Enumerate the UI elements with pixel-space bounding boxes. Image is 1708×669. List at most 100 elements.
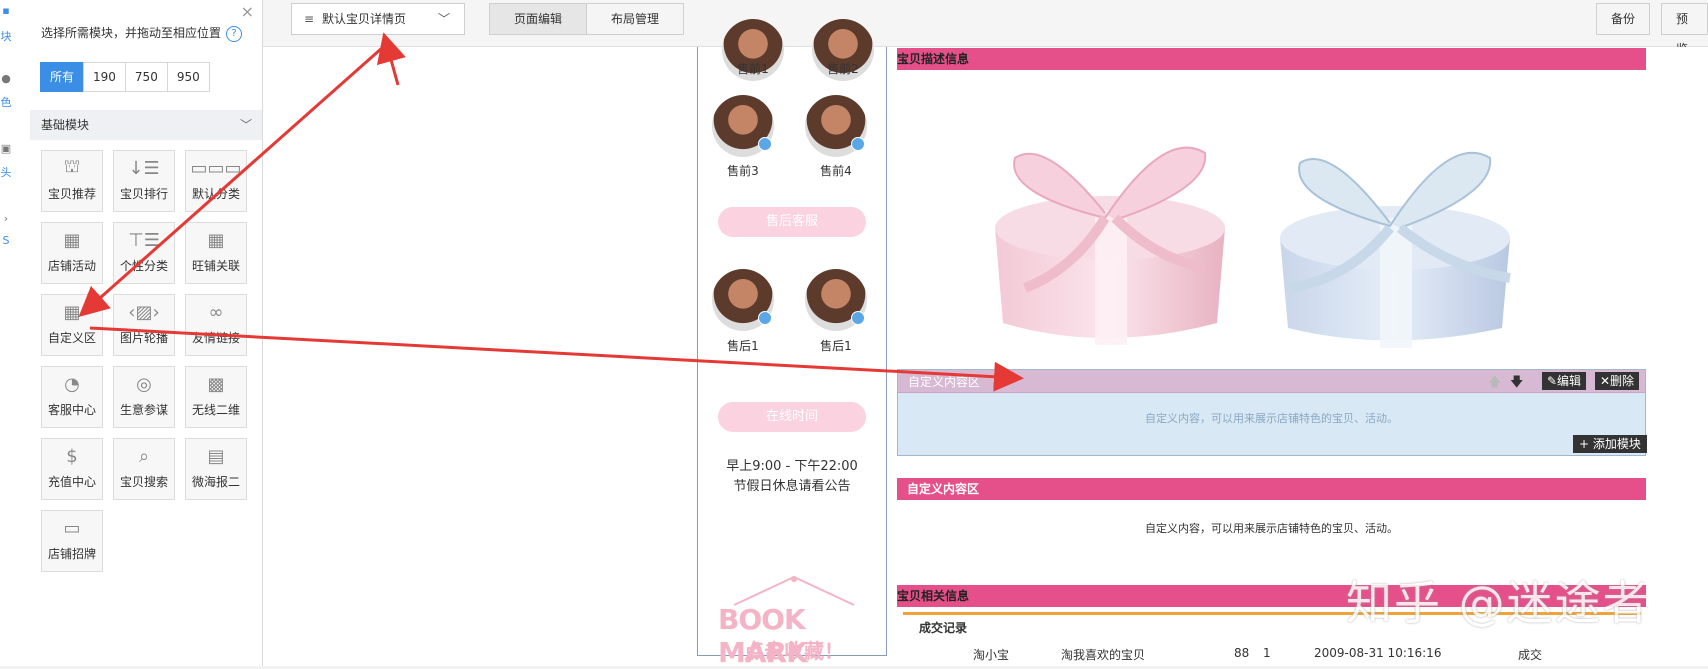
chevron-down-icon[interactable]: ﹀ [240, 110, 252, 140]
module-tile[interactable]: ◔ 客服中心 [41, 366, 103, 428]
module-label: 宝贝搜索 [119, 475, 168, 489]
module-tile[interactable]: ‹▨› 图片轮播 [113, 294, 175, 356]
module-tile[interactable]: ▦ 旺铺关联 [185, 222, 247, 284]
deal-status: 成交 [1518, 648, 1543, 662]
section-title: 基础模块 [41, 118, 90, 132]
module-tile[interactable]: ▩ 无线二维 [185, 366, 247, 428]
custom-module-header: 自定义内容区 🡅 🡇 ✎编辑 ✕删除 [898, 370, 1645, 393]
palette-icon[interactable]: ● [0, 72, 12, 85]
avatar[interactable] [712, 269, 774, 331]
delete-module-button[interactable]: ✕删除 [1595, 372, 1640, 390]
ranking-icon: ↓☰ [128, 157, 160, 179]
module-label: 自定义区 [47, 331, 96, 345]
module-tile[interactable]: ∞ 友情链接 [185, 294, 247, 356]
module-label: 图片轮播 [119, 331, 168, 345]
signboard-icon: ▭ [63, 517, 81, 539]
deal-time: 2009-08-31 10:16:16 [1314, 646, 1442, 660]
edit-module-button[interactable]: ✎编辑 [1542, 372, 1587, 390]
module-tile[interactable]: ▭▭▭ 默认分类 [185, 150, 247, 212]
help-icon[interactable]: ? [226, 26, 242, 42]
close-icon[interactable]: × [241, 2, 254, 21]
module-tile[interactable]: ▭ 店铺招牌 [41, 510, 103, 572]
chat-icon [758, 137, 772, 151]
size-tab-190[interactable]: 190 [83, 62, 126, 92]
strip-item-modules[interactable]: 块 [0, 28, 12, 44]
presale-label-3: 售前3 [727, 164, 759, 178]
module-label: 店铺活动 [47, 259, 96, 273]
grid-icon: ▦ [63, 229, 81, 251]
backup-button[interactable]: 备份 [1596, 3, 1651, 35]
top-toolbar: ≡ 默认宝贝详情页 ﹀ 页面编辑 布局管理 备份 预览 [263, 0, 1708, 56]
service-icon: ◔ [64, 373, 80, 395]
size-tab-all[interactable]: 所有 [40, 62, 85, 92]
page-select-dropdown[interactable]: ≡ 默认宝贝详情页 ﹀ [291, 3, 465, 35]
grid-icon: ▦ [63, 301, 81, 323]
chevron-down-icon: ﹀ [437, 12, 450, 26]
header-icon[interactable]: ▣ [0, 142, 12, 155]
qr-icon: ▩ [207, 373, 225, 395]
module-label: 无线二维 [191, 403, 240, 417]
module-tile[interactable]: ▦ 店铺活动 [41, 222, 103, 284]
chat-icon [758, 311, 772, 325]
strip-item-colors[interactable]: 色 [0, 94, 12, 110]
online-time-button[interactable]: 在线时间 [718, 402, 866, 432]
module-grid: ⛫ 宝贝推荐 ↓☰ 宝贝排行 ▭▭▭ 默认分类 ▦ 店铺活动 ⊤☰ 个性分类 ▦ 旺铺关联 ▦ 自定义区 ‹… [41, 150, 251, 572]
avatar[interactable] [805, 95, 867, 157]
presale-label-1: 售前1 [737, 62, 769, 76]
preview-button[interactable]: 预览 [1661, 3, 1708, 56]
deal-buyer: 淘小宝 [973, 648, 1010, 662]
avatar[interactable] [712, 95, 774, 157]
module-label: 充值中心 [47, 475, 96, 489]
desc-section-header: 宝贝描述信息 [897, 48, 1646, 70]
module-tile[interactable]: ⌕ 宝贝搜索 [113, 438, 175, 500]
custom-section-header: 自定义内容区 [897, 478, 1646, 500]
custom-section-body: 自定义内容，可以用来展示店铺特色的宝贝、活动。 [1145, 522, 1398, 535]
module-label: 默认分类 [191, 187, 240, 201]
move-up-icon[interactable]: 🡅 [1488, 373, 1501, 395]
chat-icon [851, 137, 865, 151]
module-label: 店铺招牌 [47, 547, 96, 561]
module-tile[interactable]: ⊤☰ 个性分类 [113, 222, 175, 284]
blue-gift-box-image [1280, 151, 1511, 348]
size-tab-950[interactable]: 950 [166, 62, 210, 92]
module-label: 生意参谋 [119, 403, 168, 417]
tab-page-edit[interactable]: 页面编辑 [489, 3, 588, 35]
code-icon[interactable]: › [0, 212, 12, 225]
section-basic-modules[interactable]: 基础模块 ﹀ [30, 110, 262, 140]
bookmark-subtitle: 点击收藏！ [744, 639, 844, 663]
add-module-button[interactable]: + 添加模块 [1573, 435, 1647, 453]
custom-category-icon: ⊤☰ [128, 229, 160, 251]
bookmark-banner[interactable]: BOOK MARK 点击收藏！ [714, 575, 874, 669]
deal-price: 88 [1234, 646, 1250, 660]
category-icon: ▭▭▭ [190, 157, 242, 179]
customer-service-sidebar: 售前1 售前2 售前3 售前4 售后客服 售后1 售后1 在线时间 早上9:00… [697, 19, 887, 669]
move-down-icon[interactable]: 🡇 [1510, 373, 1523, 395]
module-tile[interactable]: $ 充值中心 [41, 438, 103, 500]
deal-qty: 1 [1263, 646, 1271, 660]
aftersale-label-2: 售后1 [820, 339, 852, 353]
strip-item-css[interactable]: S [0, 234, 12, 247]
module-tile[interactable]: ⛫ 宝贝推荐 [41, 150, 103, 212]
module-label: 客服中心 [47, 403, 96, 417]
layout-icon[interactable]: ▪ [0, 4, 12, 17]
strip-item-header[interactable]: 头 [0, 164, 12, 180]
tab-layout-manage[interactable]: 布局管理 [586, 3, 685, 35]
after-sale-service-button[interactable]: 售后客服 [718, 207, 866, 237]
compass-icon: ◎ [136, 373, 152, 395]
pink-gift-box-image [995, 146, 1225, 345]
poster-icon: ▤ [207, 445, 225, 467]
module-tile[interactable]: ▤ 微海报二 [185, 438, 247, 500]
module-label: 宝贝排行 [119, 187, 168, 201]
dollar-icon: $ [66, 445, 78, 467]
bag-icon: ⛫ [63, 156, 81, 177]
custom-content-module-selected[interactable]: 自定义内容区 🡅 🡇 ✎编辑 ✕删除 自定义内容，可以用来展示店铺特色的宝贝、活… [897, 369, 1646, 456]
module-tile[interactable]: ↓☰ 宝贝排行 [113, 150, 175, 212]
menu-icon: ≡ [304, 12, 315, 26]
module-tile[interactable]: ◎ 生意参谋 [113, 366, 175, 428]
module-tile[interactable]: ▦ 自定义区 [41, 294, 103, 356]
grid-icon: ▦ [207, 229, 225, 251]
size-tab-750[interactable]: 750 [124, 62, 168, 92]
avatar[interactable] [805, 269, 867, 331]
module-label: 友情链接 [191, 331, 240, 345]
aftersale-label-1: 售后1 [727, 339, 759, 353]
